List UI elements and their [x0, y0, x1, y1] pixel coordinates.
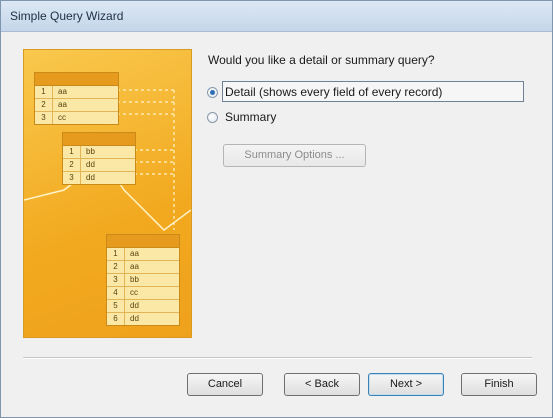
summary-radio[interactable] — [207, 111, 218, 123]
footer-separator — [23, 357, 532, 359]
table-row: 3 dd — [63, 172, 135, 184]
table-row: 4 cc — [107, 287, 179, 300]
table-header — [63, 133, 135, 146]
table-row: 3 bb — [107, 274, 179, 287]
table-row: 2 dd — [63, 159, 135, 172]
table-row: 6 dd — [107, 313, 179, 325]
back-button[interactable]: < Back — [284, 373, 360, 396]
table-row: 2 aa — [35, 99, 118, 112]
next-button[interactable]: Next > — [368, 373, 444, 396]
cancel-button[interactable]: Cancel — [187, 373, 263, 396]
summary-options-button[interactable]: Summary Options ... — [223, 144, 366, 167]
detail-radio[interactable] — [207, 86, 218, 98]
table-row: 1 bb — [63, 146, 135, 159]
wizard-illustration: 1 aa 2 aa 3 cc 1 bb 2 dd 3 dd 1 aa 2 aa 3 bb 4 cc … — [23, 49, 192, 338]
summary-option-label[interactable]: Summary — [225, 110, 276, 124]
finish-button[interactable]: Finish — [461, 373, 537, 396]
illustration-table-2: 1 bb 2 dd 3 dd — [62, 132, 136, 185]
illustration-table-1: 1 aa 2 aa 3 cc — [34, 72, 119, 125]
table-row: 3 cc — [35, 112, 118, 124]
wizard-window: Simple Query Wizard 1 aa 2 aa 3 cc 1 bb … — [0, 0, 553, 418]
table-row: 1 aa — [35, 86, 118, 99]
table-row: 5 dd — [107, 300, 179, 313]
summary-option[interactable]: Summary — [207, 106, 276, 128]
table-row: 2 aa — [107, 261, 179, 274]
query-question: Would you like a detail or summary query… — [208, 53, 435, 67]
title-bar[interactable]: Simple Query Wizard — [1, 1, 552, 32]
detail-option[interactable]: Detail (shows every field of every recor… — [207, 81, 442, 103]
table-header — [107, 235, 179, 248]
detail-option-label[interactable]: Detail (shows every field of every recor… — [225, 85, 442, 99]
illustration-table-3: 1 aa 2 aa 3 bb 4 cc 5 dd 6 dd — [106, 234, 180, 326]
table-row: 1 aa — [107, 248, 179, 261]
table-header — [35, 73, 118, 86]
window-title: Simple Query Wizard — [10, 9, 124, 23]
